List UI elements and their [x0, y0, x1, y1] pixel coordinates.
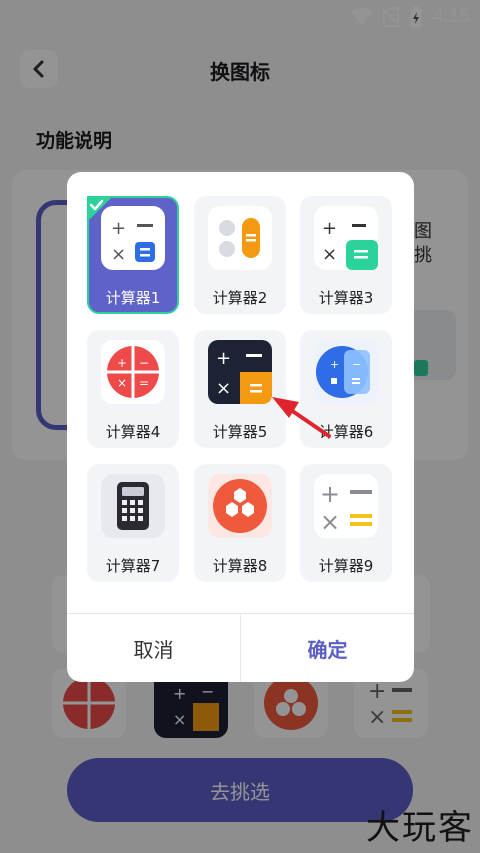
- calculator-hexagon-icon: [208, 474, 272, 538]
- svg-text:+: +: [216, 348, 231, 369]
- icon-option-label: 计算器4: [105, 423, 161, 441]
- calculator-dark-orange-icon: +×: [208, 340, 272, 404]
- svg-text:×: ×: [117, 376, 127, 390]
- icon-option-4[interactable]: + − × = 计算器4: [87, 330, 179, 448]
- svg-text:+: +: [111, 218, 126, 239]
- svg-text:+: +: [117, 356, 127, 370]
- svg-text:−: −: [139, 356, 149, 370]
- icon-option-1[interactable]: + × 计算器1: [87, 196, 179, 314]
- icon-option-3[interactable]: + × 计算器3: [300, 196, 392, 314]
- svg-text:+: +: [320, 480, 340, 508]
- calculator-round-red-icon: + −× =: [101, 340, 165, 404]
- icon-option-2[interactable]: 计算器2: [194, 196, 286, 314]
- icon-grid: + × 计算器1 计算器2 + × 计算器3 + − × = 计算器4 + × 计算器5 +…: [87, 196, 393, 586]
- icon-picker-dialog: + × 计算器1 计算器2 + × 计算器3 + − × = 计算器4 + × 计算器5 +…: [67, 172, 414, 682]
- icon-option-5[interactable]: + × 计算器5: [194, 330, 286, 448]
- svg-text:=: =: [139, 376, 149, 390]
- icon-option-label: 计算器9: [318, 557, 374, 575]
- icon-option-7[interactable]: 计算器7: [87, 464, 179, 582]
- svg-text:×: ×: [322, 244, 337, 265]
- cancel-button[interactable]: 取消: [67, 614, 240, 682]
- icon-option-label: 计算器3: [318, 289, 374, 307]
- svg-text:×: ×: [216, 378, 231, 399]
- calculator-device-icon: [101, 474, 165, 538]
- svg-text:+: +: [330, 358, 339, 371]
- svg-text:×: ×: [320, 508, 340, 536]
- icon-option-9[interactable]: + × 计算器9: [300, 464, 392, 582]
- icon-option-label: 计算器5: [212, 423, 268, 441]
- icon-option-label: 计算器7: [105, 557, 161, 575]
- confirm-button[interactable]: 确定: [241, 614, 414, 682]
- svg-text:+: +: [322, 218, 337, 239]
- watermark: 大玩客: [366, 808, 474, 848]
- calculator-blue-sphere-icon: + −: [314, 340, 378, 404]
- icon-option-label: 计算器6: [318, 423, 374, 441]
- icon-option-label: 计算器1: [105, 289, 161, 307]
- calculator-white-blue-icon: +×: [101, 206, 165, 270]
- svg-text:×: ×: [111, 244, 126, 265]
- icon-option-8[interactable]: 计算器8: [194, 464, 286, 582]
- calculator-minimal-yellow-icon: +×: [314, 474, 378, 538]
- icon-option-6[interactable]: + − 计算器6: [300, 330, 392, 448]
- icon-option-label: 计算器8: [212, 557, 268, 575]
- calculator-white-teal-icon: +×: [314, 206, 378, 270]
- calculator-orange-pill-icon: [208, 206, 272, 270]
- icon-option-label: 计算器2: [212, 289, 268, 307]
- svg-text:−: −: [352, 358, 361, 371]
